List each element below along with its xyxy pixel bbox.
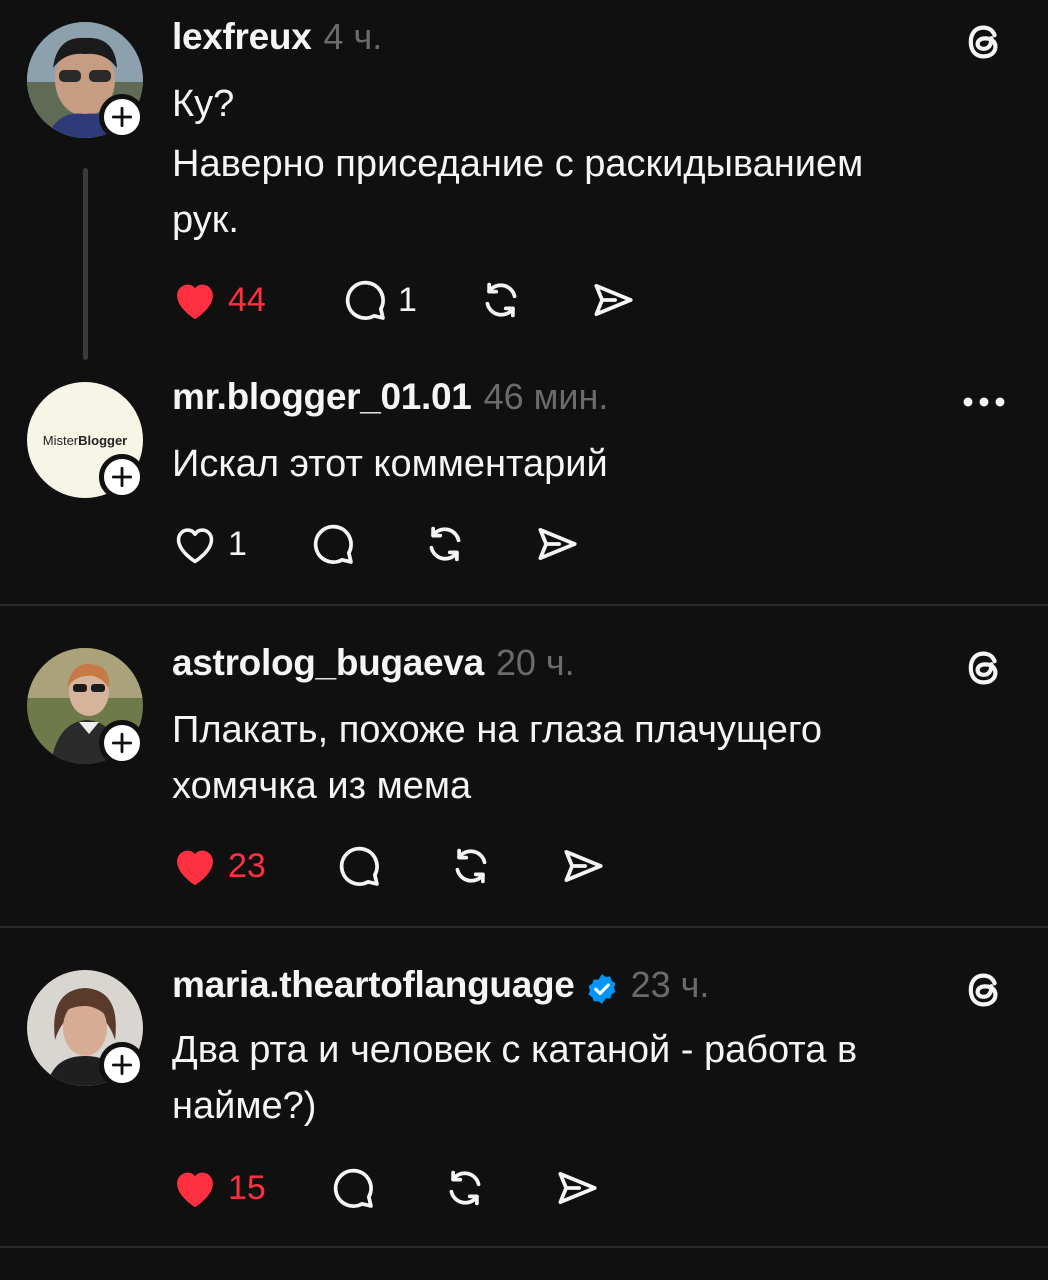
repost-icon <box>420 519 470 569</box>
verified-badge-icon <box>588 974 616 1004</box>
post-header: astrolog_bugaeva 20 ч. <box>172 642 575 692</box>
follow-button[interactable] <box>99 454 145 500</box>
repost-button[interactable] <box>420 516 470 572</box>
avatar-logo-text: MisterBlogger <box>42 432 128 448</box>
like-button[interactable]: 44 <box>170 272 266 328</box>
share-button[interactable] <box>588 272 638 328</box>
username[interactable]: lexfreux <box>172 16 312 58</box>
reply-button[interactable] <box>328 1160 378 1216</box>
like-count: 23 <box>228 846 266 885</box>
repost-icon <box>440 1163 490 1213</box>
avatar-maria[interactable] <box>27 970 145 1088</box>
share-button[interactable] <box>532 516 582 572</box>
username[interactable]: maria.theartoflanguage <box>172 964 575 1006</box>
repost-icon <box>476 275 526 325</box>
share-icon <box>532 519 582 569</box>
thread-line <box>83 168 88 360</box>
reply-button[interactable]: 1 <box>340 272 417 328</box>
post-text: Искал этот комментарий <box>172 436 972 492</box>
post-text-line: Наверно приседание с раскидыванием <box>172 143 864 185</box>
post-text: Плакать, похоже на глаза плачущего хомяч… <box>172 702 972 814</box>
repost-button[interactable] <box>446 838 496 894</box>
divider <box>0 1246 1048 1248</box>
avatar-mr-blogger[interactable]: MisterBlogger <box>27 382 145 500</box>
post-header: lexfreux 4 ч. <box>172 16 382 66</box>
reply-button[interactable] <box>308 516 358 572</box>
post-text-line: Два рта и человек с катаной - работа в <box>172 1029 858 1071</box>
follow-button[interactable] <box>99 720 145 766</box>
threads-icon[interactable] <box>960 644 1008 692</box>
post-text-line: Плакать, похоже на глаза плачущего <box>172 709 823 751</box>
like-button[interactable]: 15 <box>170 1160 266 1216</box>
share-button[interactable] <box>552 1160 602 1216</box>
timestamp: 23 ч. <box>630 964 710 1005</box>
post-header: mr.blogger_01.01 46 мин. <box>172 376 608 426</box>
post-2: MisterBlogger mr.blogger_01.01 46 мин. И… <box>0 360 1048 604</box>
share-icon <box>588 275 638 325</box>
reply-button[interactable] <box>334 838 384 894</box>
like-count: 1 <box>228 524 247 563</box>
avatar-lexfreux[interactable] <box>27 22 145 140</box>
username[interactable]: mr.blogger_01.01 <box>172 376 472 418</box>
post-text-line: хомячка из мема <box>172 765 472 807</box>
like-count: 44 <box>228 280 266 319</box>
post-text: Два рта и человек с катаной - работа в н… <box>172 1022 972 1134</box>
threads-icon[interactable] <box>960 966 1008 1014</box>
follow-button[interactable] <box>99 94 145 140</box>
repost-icon <box>446 841 496 891</box>
like-button[interactable]: 23 <box>170 838 266 894</box>
share-icon <box>552 1163 602 1213</box>
comment-icon <box>328 1163 378 1213</box>
plus-icon <box>109 104 135 130</box>
post-3: astrolog_bugaeva 20 ч. Плакать, похоже н… <box>0 606 1048 926</box>
timestamp: 46 мин. <box>483 376 609 417</box>
share-icon <box>558 841 608 891</box>
heart-filled-icon <box>170 275 220 325</box>
like-button[interactable]: 1 <box>170 516 247 572</box>
plus-icon <box>109 1052 135 1078</box>
threads-icon[interactable] <box>960 18 1008 66</box>
more-icon[interactable] <box>960 392 1008 412</box>
avatar-astrolog-bugaeva[interactable] <box>27 648 145 766</box>
post-text-line: найме?) <box>172 1085 317 1127</box>
heart-outline-icon <box>170 519 220 569</box>
plus-icon <box>109 464 135 490</box>
post-1: lexfreux 4 ч. Ку? Наверно приседание с р… <box>0 0 1048 360</box>
comment-icon <box>308 519 358 569</box>
follow-button[interactable] <box>99 1042 145 1088</box>
comment-icon <box>334 841 384 891</box>
post-header: maria.theartoflanguage 23 ч. <box>172 964 709 1014</box>
post-text-line: Искал этот комментарий <box>172 443 608 485</box>
heart-filled-icon <box>170 1163 220 1213</box>
post-text-line: рук. <box>172 199 239 241</box>
reply-count: 1 <box>398 280 417 319</box>
timestamp: 20 ч. <box>495 642 575 683</box>
timestamp: 4 ч. <box>323 16 383 57</box>
post-text: Ку? Наверно приседание с раскидыванием р… <box>172 76 972 248</box>
repost-button[interactable] <box>476 272 526 328</box>
share-button[interactable] <box>558 838 608 894</box>
plus-icon <box>109 730 135 756</box>
post-text-line: Ку? <box>172 83 235 125</box>
username[interactable]: astrolog_bugaeva <box>172 642 484 684</box>
post-4: maria.theartoflanguage 23 ч. Два рта и ч… <box>0 928 1048 1246</box>
heart-filled-icon <box>170 841 220 891</box>
like-count: 15 <box>228 1168 266 1207</box>
comment-icon <box>340 275 390 325</box>
repost-button[interactable] <box>440 1160 490 1216</box>
